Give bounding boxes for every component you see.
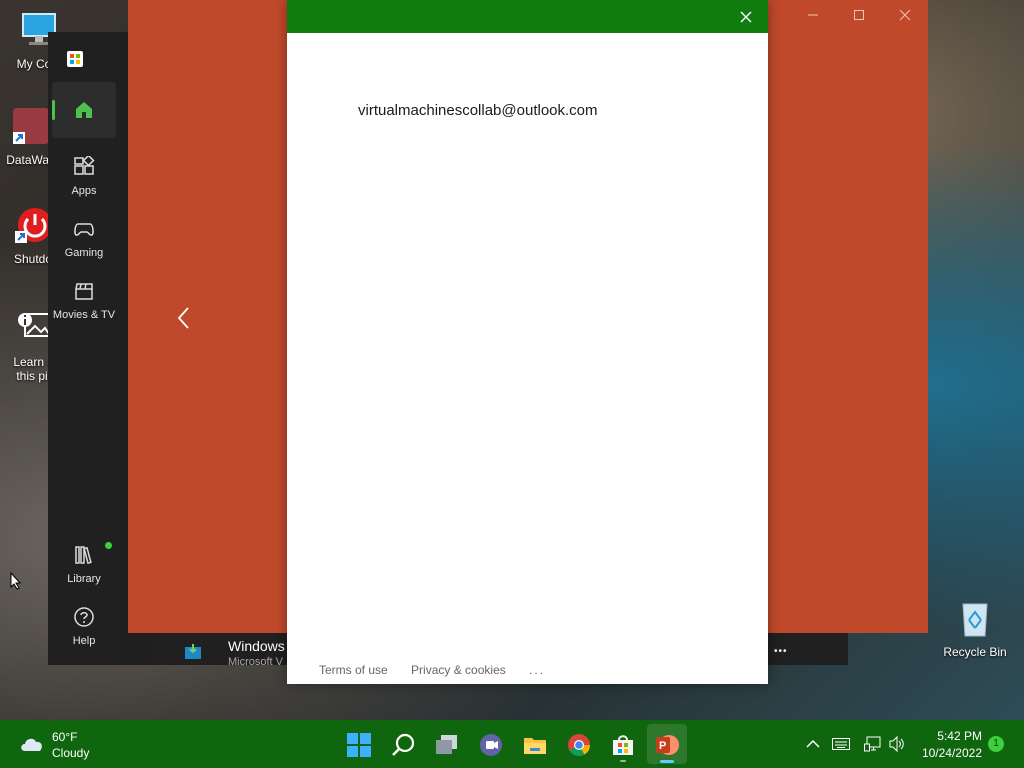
clock-time[interactable]: 5:42 PM	[930, 729, 982, 743]
minimize-button[interactable]	[798, 8, 828, 26]
sidebar-item-home[interactable]	[52, 82, 116, 138]
close-icon	[899, 9, 911, 21]
sidebar-item-label: Apps	[71, 185, 97, 197]
maximize-button[interactable]	[844, 8, 874, 26]
more-options-link[interactable]: ...	[529, 663, 545, 677]
store-running-indicator	[620, 760, 626, 762]
close-icon	[740, 11, 752, 23]
teams-chat-icon[interactable]	[478, 732, 504, 758]
dialog-close-button[interactable]	[736, 7, 756, 27]
powerpoint-icon[interactable]: P	[654, 732, 680, 758]
more-options-button[interactable]: •••	[774, 646, 788, 657]
chevron-up-icon[interactable]	[806, 738, 820, 750]
sidebar-item-label: Library	[67, 573, 101, 585]
power-icon	[15, 208, 52, 243]
sidebar-item-label: Gaming	[64, 247, 104, 259]
help-icon	[74, 607, 94, 627]
store-sidebar: Apps Gaming Movies & TV Library Help	[48, 32, 120, 665]
clapperboard-icon	[75, 283, 93, 300]
notification-badge[interactable]: 1	[988, 736, 1004, 752]
minimize-icon	[808, 14, 818, 16]
svg-text:P: P	[659, 740, 666, 752]
desktop-icon-label: Recycle Bin	[943, 645, 1007, 659]
keyboard-icon[interactable]	[832, 738, 850, 750]
recycle-bin-icon	[962, 603, 988, 637]
sidebar-item-label: Movies & TV	[52, 309, 116, 321]
gamepad-icon	[74, 223, 94, 236]
close-window-button[interactable]	[890, 8, 920, 26]
dialog-footer: Terms of use Privacy & cookies ...	[319, 663, 565, 677]
clock-date[interactable]: 10/24/2022	[916, 746, 982, 760]
account-email: virtualmachinescollab@outlook.com	[358, 102, 598, 119]
windows-package-icon	[185, 644, 201, 659]
sidebar-item-gaming[interactable]: Gaming	[52, 212, 116, 268]
weather-temperature[interactable]: 60°F	[52, 730, 77, 744]
back-arrow-icon[interactable]	[176, 306, 192, 330]
chrome-icon[interactable]	[566, 732, 592, 758]
sidebar-item-library[interactable]: Library	[52, 538, 116, 594]
datawag-icon	[13, 108, 49, 144]
volume-icon[interactable]	[888, 736, 906, 752]
download-title: Windows	[228, 638, 285, 654]
download-subtitle: Microsoft V	[228, 656, 284, 665]
update-dot	[105, 542, 112, 549]
terms-of-use-link[interactable]: Terms of use	[319, 663, 388, 677]
windows-start-icon[interactable]	[346, 732, 372, 758]
sidebar-item-movies-tv[interactable]: Movies & TV	[52, 274, 116, 330]
sidebar-item-label: Help	[72, 635, 96, 647]
task-view-icon[interactable]	[434, 732, 460, 758]
weather-condition[interactable]: Cloudy	[52, 746, 89, 760]
cloud-icon[interactable]	[18, 733, 46, 753]
desktop-icon-recycle-bin[interactable]: Recycle Bin	[936, 598, 1014, 659]
sidebar-item-apps[interactable]: Apps	[52, 150, 116, 206]
powerpoint-active-indicator	[660, 760, 674, 763]
maximize-icon	[854, 10, 864, 20]
store-logo-icon	[67, 51, 83, 67]
network-icon[interactable]	[864, 736, 882, 752]
home-icon	[76, 102, 92, 118]
microsoft-store-icon[interactable]	[610, 732, 636, 758]
dialog-header	[287, 0, 768, 33]
file-explorer-icon[interactable]	[522, 732, 548, 758]
apps-icon	[74, 154, 95, 175]
search-icon[interactable]	[390, 732, 416, 758]
account-dialog: virtualmachinescollab@outlook.com Terms …	[287, 0, 768, 684]
library-icon	[75, 546, 92, 565]
sidebar-item-help[interactable]: Help	[52, 600, 116, 656]
active-indicator	[52, 100, 55, 120]
mouse-cursor-icon	[10, 572, 22, 590]
privacy-cookies-link[interactable]: Privacy & cookies	[411, 663, 506, 677]
